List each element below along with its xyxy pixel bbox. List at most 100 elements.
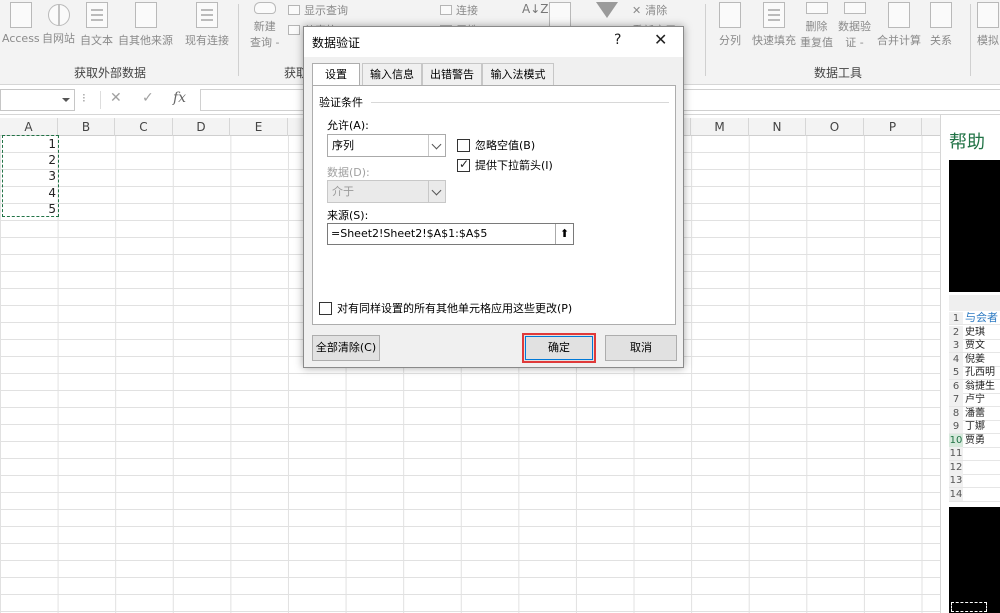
data-validation-dialog: 数据验证 ? ✕ 设置 输入信息 出错警告 输入法模式 验证条件 允许(A): … (303, 26, 684, 368)
checkbox-box[interactable] (457, 138, 470, 152)
help-icon[interactable]: ? (614, 32, 621, 48)
group-label-get-external: 获取外部数据 (74, 66, 147, 80)
flash-fill-button[interactable]: 快速填充 (752, 2, 796, 50)
new-query-button[interactable]: 新建 查询 - (250, 2, 279, 50)
help-pane: 帮助 1 与会者 2 史琪 3 贾文 4 倪姜 5 孔西明 6 翁捷生 7 卢宁 8 潘蕾 9丁… (940, 115, 1000, 613)
data-validation-button[interactable]: 数据验 证 - (838, 2, 871, 50)
what-if-icon (977, 2, 999, 28)
access-icon (9, 2, 32, 28)
chevron-down-icon[interactable] (428, 135, 445, 156)
section-divider (371, 102, 669, 103)
filter-funnel-icon (596, 2, 618, 29)
data-validation-icon (843, 2, 866, 14)
table-icon (288, 25, 300, 35)
chevron-down-icon (428, 181, 445, 202)
tab-input-message[interactable]: 输入信息 (362, 63, 422, 85)
column-header[interactable]: A (0, 118, 58, 136)
column-header[interactable]: P (864, 118, 922, 136)
list-item: 9 丁娜 (949, 420, 1000, 434)
list-item: 5 孔西明 (949, 366, 1000, 380)
dialog-title: 数据验证 (312, 36, 361, 50)
source-input[interactable]: =Sheet2!Sheet2!$A$1:$A$5 ⬆ (327, 223, 574, 245)
list-item: 12 (949, 461, 1000, 475)
relationships-button[interactable]: 关系 (930, 2, 952, 50)
list-item: 2 史琪 (949, 326, 1000, 340)
relationships-icon (930, 2, 952, 28)
text-to-columns-button[interactable]: 分列 (719, 2, 741, 50)
from-text-button[interactable]: 自文本 (80, 2, 113, 50)
allow-select[interactable]: 序列 (327, 134, 446, 157)
help-image-placeholder (949, 507, 1000, 613)
existing-connections-button[interactable]: 现有连接 (185, 2, 229, 50)
column-header[interactable]: E (230, 118, 288, 136)
excel-window: Access 自网站 自文本 自其他来源 现有连接 获取外部数据 新建 查询 -… (0, 0, 1000, 613)
from-access-button[interactable]: Access (2, 2, 40, 50)
chevron-down-icon[interactable] (62, 98, 70, 102)
flash-fill-icon (763, 2, 785, 28)
insert-function-icon[interactable]: fx (173, 90, 186, 106)
copy-marquee (2, 135, 59, 217)
clear-icon: ✕ (632, 3, 642, 17)
connections-button[interactable]: 连接 (440, 2, 478, 18)
what-if-button[interactable]: 模拟 (977, 2, 999, 50)
column-header[interactable]: B (58, 118, 115, 136)
sort-icon (549, 2, 571, 28)
in-cell-dropdown-checkbox[interactable]: 提供下拉箭头(I) (457, 157, 553, 173)
ribbon-separator (705, 4, 706, 76)
remove-duplicates-icon (805, 2, 828, 14)
source-label: 来源(S): (327, 209, 369, 222)
settings-panel: 验证条件 允许(A): 序列 忽略空值(B) 提供下拉箭头(I) 数据(D): … (312, 85, 676, 325)
help-video-placeholder (949, 160, 1000, 292)
remove-duplicates-button[interactable]: 删除 重复值 (800, 2, 833, 50)
tab-error-alert[interactable]: 出错警告 (422, 63, 482, 85)
validation-criteria-heading: 验证条件 (319, 96, 363, 109)
column-header[interactable]: N (749, 118, 806, 136)
help-column-header (949, 295, 1000, 311)
consolidate-icon (888, 2, 910, 28)
list-item: 13 (949, 474, 1000, 488)
dialog-titlebar[interactable]: 数据验证 ? ✕ (304, 27, 683, 57)
cancel-button[interactable]: 取消 (605, 335, 677, 361)
list-item: 8 潘蕾 (949, 407, 1000, 421)
clear-all-button[interactable]: 全部清除(C) (312, 335, 380, 361)
checkbox-box[interactable] (319, 301, 332, 315)
close-icon[interactable]: ✕ (654, 30, 667, 49)
help-title: 帮助 (949, 132, 985, 153)
checkbox-checked[interactable] (457, 157, 470, 172)
text-file-icon (85, 2, 108, 28)
list-item: 14 (949, 488, 1000, 502)
allow-label: 允许(A): (327, 119, 369, 132)
collapse-dialog-icon[interactable]: ⬆ (555, 224, 573, 244)
from-other-sources-button[interactable]: 自其他来源 (118, 2, 173, 50)
show-queries-button[interactable]: 显示查询 (288, 2, 348, 18)
show-queries-icon (288, 5, 300, 15)
name-box[interactable] (0, 89, 75, 111)
clear-filter-button[interactable]: ✕ 清除 (632, 2, 667, 18)
ribbon-separator (970, 4, 971, 76)
list-item: 7 卢宁 (949, 393, 1000, 407)
consolidate-button[interactable]: 合并计算 (877, 2, 921, 50)
existing-connections-icon (196, 2, 218, 28)
formula-separator (100, 91, 101, 109)
column-header[interactable]: C (115, 118, 173, 136)
text-to-columns-icon (719, 2, 741, 28)
column-header[interactable]: D (173, 118, 230, 136)
list-item: 4 倪姜 (949, 353, 1000, 367)
cancel-icon[interactable]: ✕ (110, 90, 122, 106)
list-item: 10 贾勇 (949, 434, 1000, 448)
ignore-blank-checkbox[interactable]: 忽略空值(B) (457, 137, 535, 153)
ok-button[interactable]: 确定 (522, 333, 596, 363)
tab-ime-mode[interactable]: 输入法模式 (482, 63, 554, 85)
formula-bar-grip-icon: ⁝ (82, 91, 86, 105)
tab-settings[interactable]: 设置 (312, 63, 360, 86)
from-web-button[interactable]: 自网站 (42, 2, 75, 50)
list-item: 11 (949, 447, 1000, 461)
globe-icon (47, 4, 70, 26)
data-label: 数据(D): (327, 166, 370, 179)
connections-icon (440, 5, 452, 15)
help-marquee (951, 602, 987, 612)
apply-all-checkbox[interactable]: 对有同样设置的所有其他单元格应用这些更改(P) (319, 300, 572, 316)
column-header[interactable]: O (806, 118, 864, 136)
enter-icon[interactable]: ✓ (142, 90, 154, 106)
column-header[interactable]: M (691, 118, 749, 136)
